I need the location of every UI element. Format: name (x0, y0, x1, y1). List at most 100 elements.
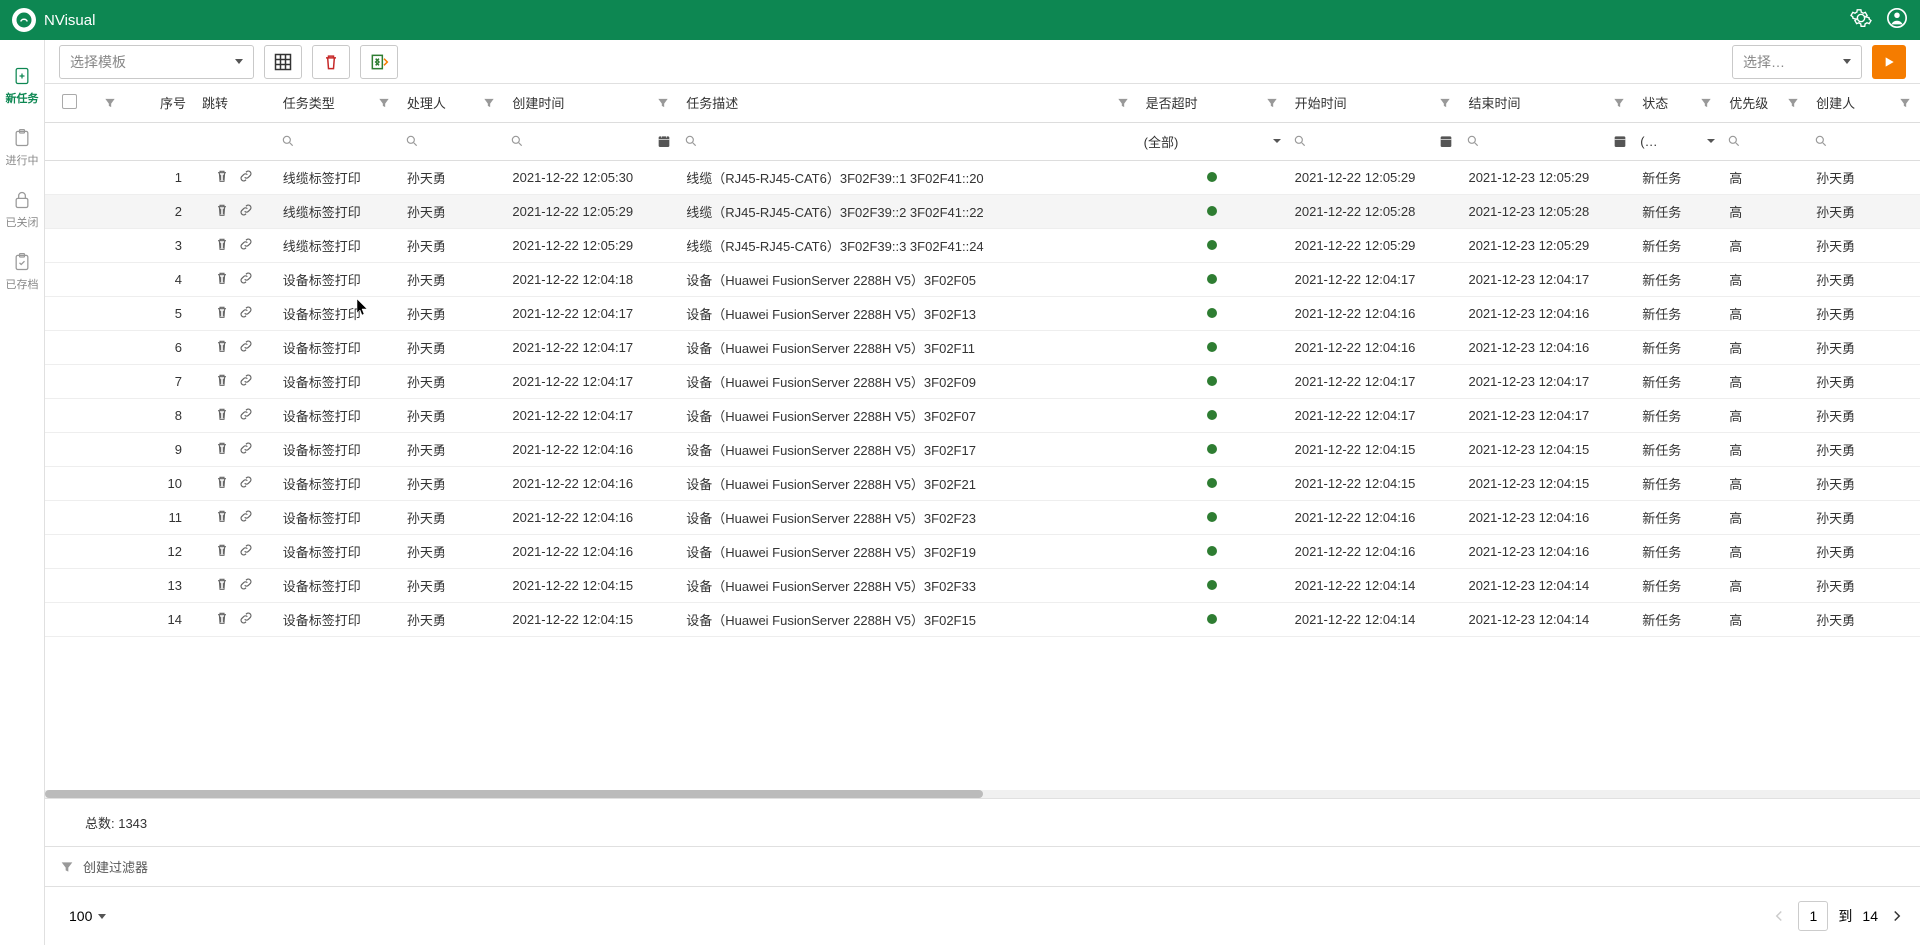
filter-icon[interactable] (377, 96, 391, 110)
trash-icon[interactable] (214, 576, 230, 592)
table-row[interactable]: 13设备标签打印孙天勇2021-12-22 12:04:15设备（Huawei … (45, 568, 1920, 602)
cell-stime: 2021-12-22 12:04:16 (1287, 296, 1461, 330)
table-row[interactable]: 4设备标签打印孙天勇2021-12-22 12:04:18设备（Huawei F… (45, 262, 1920, 296)
link-icon[interactable] (238, 576, 254, 592)
cell-overdue (1138, 398, 1287, 432)
table-row[interactable]: 10设备标签打印孙天勇2021-12-22 12:04:16设备（Huawei … (45, 466, 1920, 500)
link-icon[interactable] (238, 440, 254, 456)
link-icon[interactable] (238, 202, 254, 218)
trash-icon[interactable] (214, 202, 230, 218)
cell-type: 线缆标签打印 (275, 228, 399, 262)
filter-desc[interactable] (702, 134, 1131, 148)
filter-icon[interactable] (1898, 96, 1912, 110)
table-row[interactable]: 1线缆标签打印孙天勇2021-12-22 12:05:30线缆（RJ45-RJ4… (45, 160, 1920, 194)
cell-creator: 孙天勇 (1808, 160, 1920, 194)
page-size-select[interactable]: 100 (59, 904, 116, 928)
delete-button[interactable] (312, 45, 350, 79)
filter-status[interactable]: (… (1640, 134, 1715, 149)
filter-icon[interactable] (1612, 96, 1626, 110)
calendar-icon[interactable] (1612, 133, 1628, 149)
cell-desc: 设备（Huawei FusionServer 2288H V5）3F02F33 (678, 568, 1137, 602)
table-row[interactable]: 8设备标签打印孙天勇2021-12-22 12:04:17设备（Huawei F… (45, 398, 1920, 432)
filter-icon[interactable] (103, 96, 117, 110)
trash-icon[interactable] (214, 440, 230, 456)
table-row[interactable]: 14设备标签打印孙天勇2021-12-22 12:04:15设备（Huawei … (45, 602, 1920, 636)
cell-ctime: 2021-12-22 12:04:17 (504, 398, 678, 432)
cell-ctime: 2021-12-22 12:04:17 (504, 364, 678, 398)
pagination-bar: 100 1 到 14 (45, 886, 1920, 945)
filter-icon[interactable] (1786, 96, 1800, 110)
settings-icon[interactable] (1850, 7, 1872, 34)
filter-icon[interactable] (656, 96, 670, 110)
col-task-type: 任务类型 (283, 93, 335, 112)
grid-button[interactable] (264, 45, 302, 79)
trash-icon[interactable] (214, 304, 230, 320)
link-icon[interactable] (238, 338, 254, 354)
cell-prio: 高 (1721, 398, 1808, 432)
link-icon[interactable] (238, 610, 254, 626)
table-row[interactable]: 5设备标签打印孙天勇2021-12-22 12:04:17设备（Huawei F… (45, 296, 1920, 330)
sidebar-item-closed[interactable]: 已关闭 (0, 182, 44, 244)
sidebar-item-in-progress[interactable]: 进行中 (0, 120, 44, 182)
filter-create-time[interactable] (528, 134, 652, 148)
trash-icon[interactable] (214, 270, 230, 286)
sidebar-item-archived[interactable]: 已存档 (0, 244, 44, 306)
link-icon[interactable] (238, 270, 254, 286)
sidebar-item-new-task[interactable]: 新任务 (0, 58, 44, 120)
link-icon[interactable] (238, 542, 254, 558)
filter-task-type[interactable] (299, 134, 393, 148)
table-row[interactable]: 6设备标签打印孙天勇2021-12-22 12:04:17设备（Huawei F… (45, 330, 1920, 364)
table-row[interactable]: 9设备标签打印孙天勇2021-12-22 12:04:16设备（Huawei F… (45, 432, 1920, 466)
filter-handler[interactable] (423, 134, 499, 148)
trash-icon[interactable] (214, 474, 230, 490)
cell-creator: 孙天勇 (1808, 534, 1920, 568)
select-all-checkbox[interactable] (62, 94, 77, 109)
trash-icon[interactable] (214, 610, 230, 626)
table-row[interactable]: 11设备标签打印孙天勇2021-12-22 12:04:16设备（Huawei … (45, 500, 1920, 534)
filter-icon[interactable] (1116, 96, 1130, 110)
trash-icon[interactable] (214, 168, 230, 184)
trash-icon[interactable] (214, 508, 230, 524)
prev-page-button[interactable] (1770, 907, 1788, 925)
next-page-button[interactable] (1888, 907, 1906, 925)
trash-icon[interactable] (214, 542, 230, 558)
filter-overdue[interactable]: (全部) (1144, 132, 1281, 151)
filter-icon[interactable] (1438, 96, 1452, 110)
filter-icon[interactable] (1265, 96, 1279, 110)
cell-creator: 孙天勇 (1808, 398, 1920, 432)
filter-icon[interactable] (482, 96, 496, 110)
trash-icon[interactable] (214, 372, 230, 388)
link-icon[interactable] (238, 304, 254, 320)
filter-priority[interactable] (1745, 134, 1802, 148)
link-icon[interactable] (238, 406, 254, 422)
filter-start-time[interactable] (1311, 134, 1435, 148)
link-icon[interactable] (238, 168, 254, 184)
calendar-icon[interactable] (1438, 133, 1454, 149)
export-button[interactable] (360, 45, 398, 79)
trash-icon[interactable] (214, 338, 230, 354)
table-row[interactable]: 7设备标签打印孙天勇2021-12-22 12:04:17设备（Huawei F… (45, 364, 1920, 398)
cell-overdue (1138, 262, 1287, 296)
link-icon[interactable] (238, 236, 254, 252)
trash-icon[interactable] (214, 236, 230, 252)
link-icon[interactable] (238, 372, 254, 388)
action-select[interactable]: 选择… (1732, 45, 1862, 79)
table-row[interactable]: 2线缆标签打印孙天勇2021-12-22 12:05:29线缆（RJ45-RJ4… (45, 194, 1920, 228)
horizontal-scrollbar[interactable] (45, 790, 1920, 798)
cell-prio: 高 (1721, 602, 1808, 636)
filter-end-time[interactable] (1484, 134, 1608, 148)
user-icon[interactable] (1886, 7, 1908, 34)
table-row[interactable]: 3线缆标签打印孙天勇2021-12-22 12:05:29线缆（RJ45-RJ4… (45, 228, 1920, 262)
filter-bar[interactable]: 创建过滤器 (45, 846, 1920, 886)
template-select[interactable]: 选择模板 (59, 45, 254, 79)
current-page[interactable]: 1 (1798, 901, 1828, 931)
calendar-icon[interactable] (656, 133, 672, 149)
filter-icon[interactable] (1699, 96, 1713, 110)
run-button[interactable] (1872, 45, 1906, 79)
filter-creator[interactable] (1832, 134, 1914, 148)
trash-icon[interactable] (214, 406, 230, 422)
table-row[interactable]: 12设备标签打印孙天勇2021-12-22 12:04:16设备（Huawei … (45, 534, 1920, 568)
link-icon[interactable] (238, 474, 254, 490)
cell-etime: 2021-12-23 12:04:16 (1460, 500, 1634, 534)
link-icon[interactable] (238, 508, 254, 524)
